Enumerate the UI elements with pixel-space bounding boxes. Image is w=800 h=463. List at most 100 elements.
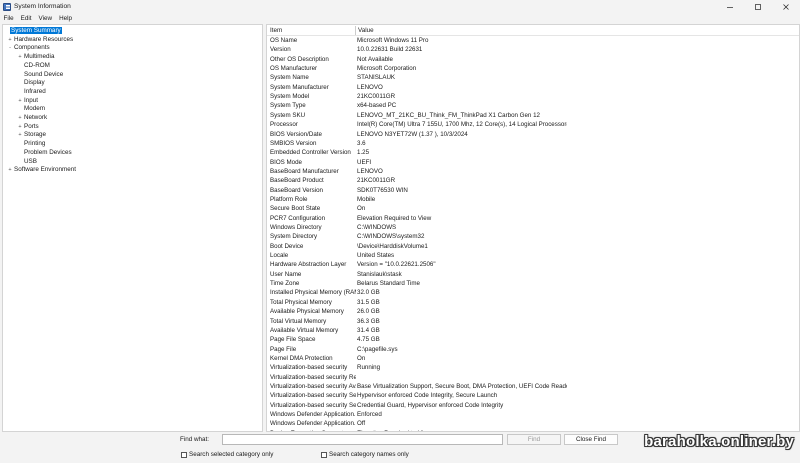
minimize-button[interactable] (716, 0, 744, 13)
tree-item[interactable]: Modem (17, 104, 46, 113)
menu-edit[interactable]: Edit (17, 15, 35, 22)
row-value: 21KC0011GR (357, 177, 396, 185)
table-row[interactable]: Embedded Controller Version 1.25 (267, 148, 799, 157)
table-row[interactable]: Windows Defender Application... Enforced (267, 410, 799, 419)
table-row[interactable]: System Model 21KC0011GR (267, 92, 799, 101)
column-header-value[interactable]: Value (358, 25, 374, 36)
tree-item[interactable]: CD-ROM (17, 61, 51, 70)
table-row[interactable]: Kernel DMA Protection On (267, 354, 799, 363)
table-row[interactable]: BaseBoard Manufacturer LENOVO (267, 167, 799, 176)
row-item: Processor (270, 121, 298, 129)
table-row[interactable]: Other OS Description Not Available (267, 55, 799, 64)
row-item: Kernel DMA Protection (270, 354, 333, 362)
table-row[interactable]: Hardware Abstraction Layer Version = "10.… (267, 260, 799, 269)
table-row[interactable]: Virtualization-based security Se... Hyper… (267, 391, 799, 400)
menu-help[interactable]: Help (56, 15, 76, 22)
table-row[interactable]: SMBIOS Version 3.6 (267, 139, 799, 148)
row-item: BIOS Version/Date (270, 130, 322, 138)
table-row[interactable]: Version 10.0.22631 Build 22631 (267, 45, 799, 54)
tree-item[interactable]: Sound Device (17, 70, 64, 79)
tree-item[interactable]: - Components (7, 43, 51, 52)
table-row[interactable]: Page File C:\pagefile.sys (267, 345, 799, 354)
table-row[interactable]: BaseBoard Version SDK0T76530 WIN (267, 186, 799, 195)
table-row[interactable]: Installed Physical Memory (RAM) 32.0 GB (267, 288, 799, 297)
row-item: BaseBoard Version (270, 186, 323, 194)
tree-item[interactable]: + Multimedia (17, 52, 55, 61)
table-row[interactable]: OS Name Microsoft Windows 11 Pro (267, 36, 799, 45)
search-category-names-option[interactable]: Search category names only (321, 451, 409, 458)
table-row[interactable]: System Directory C:\WINDOWS\system32 (267, 232, 799, 241)
table-row[interactable]: Total Physical Memory 31.5 GB (267, 298, 799, 307)
row-value: x64-based PC (357, 102, 397, 110)
table-row[interactable]: Locale United States (267, 251, 799, 260)
table-row[interactable]: Virtualization-based security Se... Crede… (267, 401, 799, 410)
table-row[interactable]: System Manufacturer LENOVO (267, 83, 799, 92)
search-category-names-checkbox[interactable] (321, 451, 327, 458)
table-row[interactable]: Processor Intel(R) Core(TM) Ultra 7 155U,… (267, 120, 799, 129)
table-row[interactable]: OS Manufacturer Microsoft Corporation (267, 64, 799, 73)
row-value: LENOVO N3YET72W (1.37 ), 10/3/2024 (357, 130, 468, 138)
tree-item[interactable]: + Input (17, 96, 39, 105)
table-row[interactable]: Virtualization-based security Av... Base … (267, 382, 799, 391)
table-row[interactable]: User Name Stanislauk\stask (267, 270, 799, 279)
table-row[interactable]: PCR7 Configuration Elevation Required to … (267, 214, 799, 223)
table-row[interactable]: Page File Space 4.75 GB (267, 335, 799, 344)
tree-item[interactable]: + Hardware Resources (7, 35, 74, 44)
close-icon (783, 3, 789, 10)
menu-file[interactable]: File (0, 15, 17, 22)
row-item: Time Zone (270, 280, 300, 288)
table-row[interactable]: Boot Device \Device\HarddiskVolume1 (267, 242, 799, 251)
maximize-button[interactable] (744, 0, 772, 13)
table-row[interactable]: Windows Directory C:\WINDOWS (267, 223, 799, 232)
row-item: System Model (270, 93, 310, 101)
close-find-button[interactable]: Close Find (564, 434, 618, 445)
search-category-names-label: Search category names only (329, 451, 409, 458)
tree-item[interactable]: Printing (17, 139, 46, 148)
tree-item[interactable]: + Ports (17, 122, 40, 131)
close-button[interactable] (772, 0, 800, 13)
menu-view[interactable]: View (35, 15, 56, 22)
table-row[interactable]: Total Virtual Memory 36.3 GB (267, 317, 799, 326)
row-value: \Device\HarddiskVolume1 (357, 242, 428, 250)
find-input[interactable] (222, 434, 503, 445)
row-item: SMBIOS Version (270, 139, 317, 147)
table-row[interactable]: BIOS Mode UEFI (267, 158, 799, 167)
table-row[interactable]: System Type x64-based PC (267, 101, 799, 110)
tree-item-label: USB (24, 157, 37, 165)
details-list[interactable]: Item Value OS Name Microsoft Windows 11 P… (266, 24, 800, 432)
table-row[interactable]: Platform Role Mobile (267, 195, 799, 204)
find-button[interactable]: Find (507, 434, 561, 445)
row-item: Platform Role (270, 195, 308, 203)
table-row[interactable]: Windows Defender Application... Off (267, 419, 799, 428)
column-header-item[interactable]: Item (270, 25, 282, 36)
tree-item[interactable]: + Software Environment (7, 165, 77, 174)
row-value: 1.25 (357, 149, 370, 157)
tree-item[interactable]: + Storage (17, 130, 47, 139)
table-row[interactable]: Secure Boot State On (267, 204, 799, 213)
column-separator[interactable] (355, 26, 356, 35)
table-row[interactable]: BIOS Version/Date LENOVO N3YET72W (1.37 )… (267, 130, 799, 139)
table-row[interactable]: System Name STANISLAUK (267, 73, 799, 82)
table-row[interactable]: BaseBoard Product 21KC0011GR (267, 176, 799, 185)
tree-item[interactable]: + Network (17, 113, 48, 122)
table-row[interactable]: System SKU LENOVO_MT_21KC_BU_Think_FM_Thi… (267, 111, 799, 120)
list-header: Item Value (267, 25, 799, 36)
tree-item[interactable]: Display (17, 78, 46, 87)
row-value: Microsoft Windows 11 Pro (357, 37, 429, 44)
table-row[interactable]: Virtualization-based security Re... (267, 373, 799, 382)
row-value: 26.0 GB (357, 308, 380, 316)
row-item: Hardware Abstraction Layer (270, 261, 347, 269)
row-item: BIOS Mode (270, 158, 302, 166)
row-item: System Type (270, 102, 306, 110)
table-row[interactable]: Available Virtual Memory 31.4 GB (267, 326, 799, 335)
table-row[interactable]: Available Physical Memory 26.0 GB (267, 307, 799, 316)
tree-item[interactable]: Problem Devices (17, 148, 73, 157)
search-selected-category-checkbox[interactable] (181, 451, 187, 458)
tree-item[interactable]: System Summary (4, 26, 62, 35)
tree-item[interactable]: USB (17, 157, 38, 166)
table-row[interactable]: Time Zone Belarus Standard Time (267, 279, 799, 288)
search-selected-category-option[interactable]: Search selected category only (181, 451, 273, 458)
category-tree[interactable]: System Summary + Hardware Resources - Compon… (2, 24, 263, 432)
tree-item[interactable]: Infrared (17, 87, 47, 96)
table-row[interactable]: Virtualization-based security Running (267, 363, 799, 372)
